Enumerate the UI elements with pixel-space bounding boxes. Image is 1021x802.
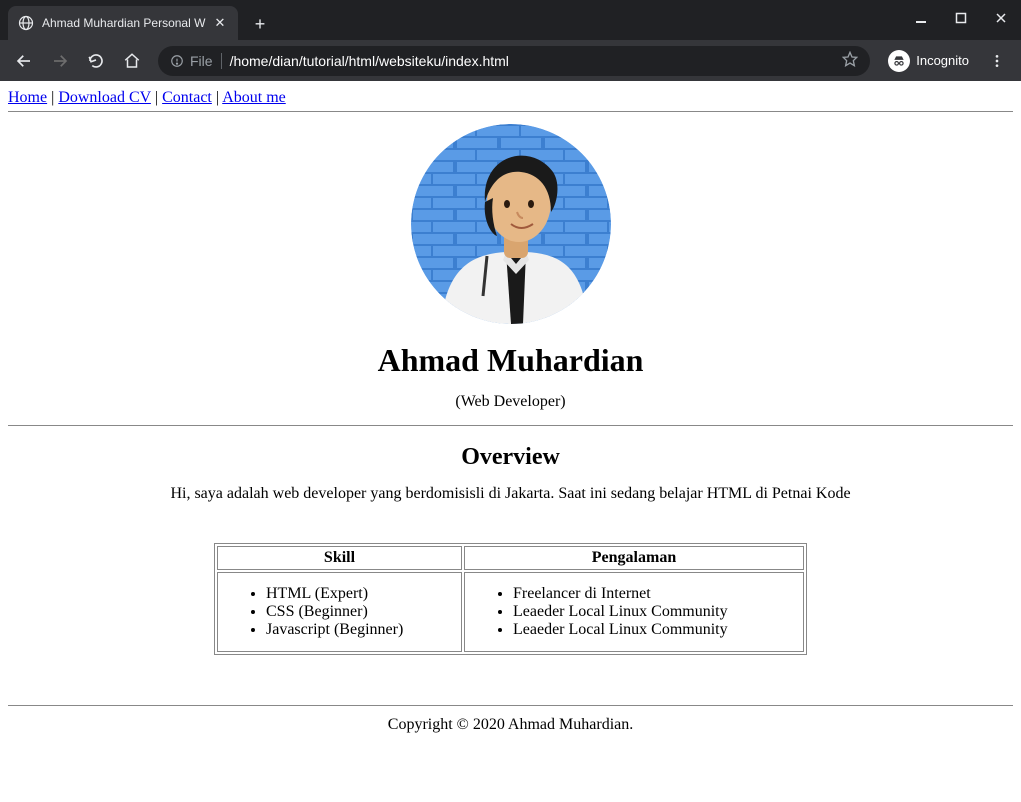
address-bar: File /home/dian/tutorial/html/websiteku/…: [0, 40, 1021, 81]
list-item: Freelancer di Internet: [513, 585, 795, 603]
name-heading: Ahmad Muhardian: [8, 342, 1013, 379]
experience-list: Freelancer di Internet Leaeder Local Lin…: [473, 575, 795, 649]
header-section: Ahmad Muhardian (Web Developer): [8, 124, 1013, 411]
nav-link-download-cv[interactable]: Download CV: [58, 89, 151, 106]
nav-separator: |: [51, 89, 54, 106]
url-scheme: File: [170, 53, 213, 69]
skill-table: Skill Pengalaman HTML (Expert) CSS (Begi…: [214, 543, 807, 655]
globe-icon: [18, 15, 34, 31]
back-button[interactable]: [8, 45, 40, 77]
divider: [8, 705, 1013, 706]
url-bar[interactable]: File /home/dian/tutorial/html/websiteku/…: [158, 46, 870, 76]
nav-link-contact[interactable]: Contact: [162, 89, 212, 106]
nav-separator: |: [155, 89, 158, 106]
url-path: /home/dian/tutorial/html/websiteku/index…: [230, 53, 835, 69]
overview-heading: Overview: [8, 444, 1013, 471]
maximize-button[interactable]: [941, 0, 981, 36]
close-window-button[interactable]: [981, 0, 1021, 36]
nav-links: Home | Download CV | Contact | About me: [8, 89, 1013, 107]
minimize-button[interactable]: [901, 0, 941, 36]
browser-tab[interactable]: Ahmad Muhardian Personal W ✕: [8, 6, 238, 40]
list-item: HTML (Expert): [266, 585, 453, 603]
subtitle: (Web Developer): [8, 393, 1013, 411]
avatar: [411, 124, 611, 324]
bookmark-star-icon[interactable]: [842, 51, 858, 70]
forward-button[interactable]: [44, 45, 76, 77]
table-header-experience: Pengalaman: [464, 546, 804, 570]
browser-chrome: Ahmad Muhardian Personal W ✕ +: [0, 0, 1021, 81]
home-button[interactable]: [116, 45, 148, 77]
new-tab-button[interactable]: +: [246, 10, 274, 38]
window-controls: [901, 0, 1021, 36]
incognito-icon: [888, 50, 910, 72]
divider: [8, 111, 1013, 112]
url-separator: [221, 53, 222, 69]
browser-menu-button[interactable]: [981, 45, 1013, 77]
incognito-badge: Incognito: [880, 50, 977, 72]
incognito-label: Incognito: [916, 53, 969, 68]
table-header-skill: Skill: [217, 546, 462, 570]
close-icon[interactable]: ✕: [212, 15, 228, 31]
overview-text: Hi, saya adalah web developer yang berdo…: [8, 485, 1013, 503]
list-item: Leaeder Local Linux Community: [513, 603, 795, 621]
footer-text: Copyright © 2020 Ahmad Muhardian.: [8, 716, 1013, 734]
tab-title: Ahmad Muhardian Personal W: [42, 16, 212, 30]
tab-bar: Ahmad Muhardian Personal W ✕ +: [0, 0, 1021, 40]
divider: [8, 425, 1013, 426]
table-cell-skills: HTML (Expert) CSS (Beginner) Javascript …: [217, 572, 462, 652]
page-viewport: Home | Download CV | Contact | About me: [0, 81, 1021, 802]
nav-link-home[interactable]: Home: [8, 89, 47, 106]
reload-button[interactable]: [80, 45, 112, 77]
list-item: Javascript (Beginner): [266, 621, 453, 639]
skills-list: HTML (Expert) CSS (Beginner) Javascript …: [226, 575, 453, 649]
nav-link-about-me[interactable]: About me: [222, 89, 286, 106]
table-cell-experience: Freelancer di Internet Leaeder Local Lin…: [464, 572, 804, 652]
list-item: CSS (Beginner): [266, 603, 453, 621]
list-item: Leaeder Local Linux Community: [513, 621, 795, 639]
nav-separator: |: [216, 89, 219, 106]
url-scheme-label: File: [190, 53, 213, 69]
